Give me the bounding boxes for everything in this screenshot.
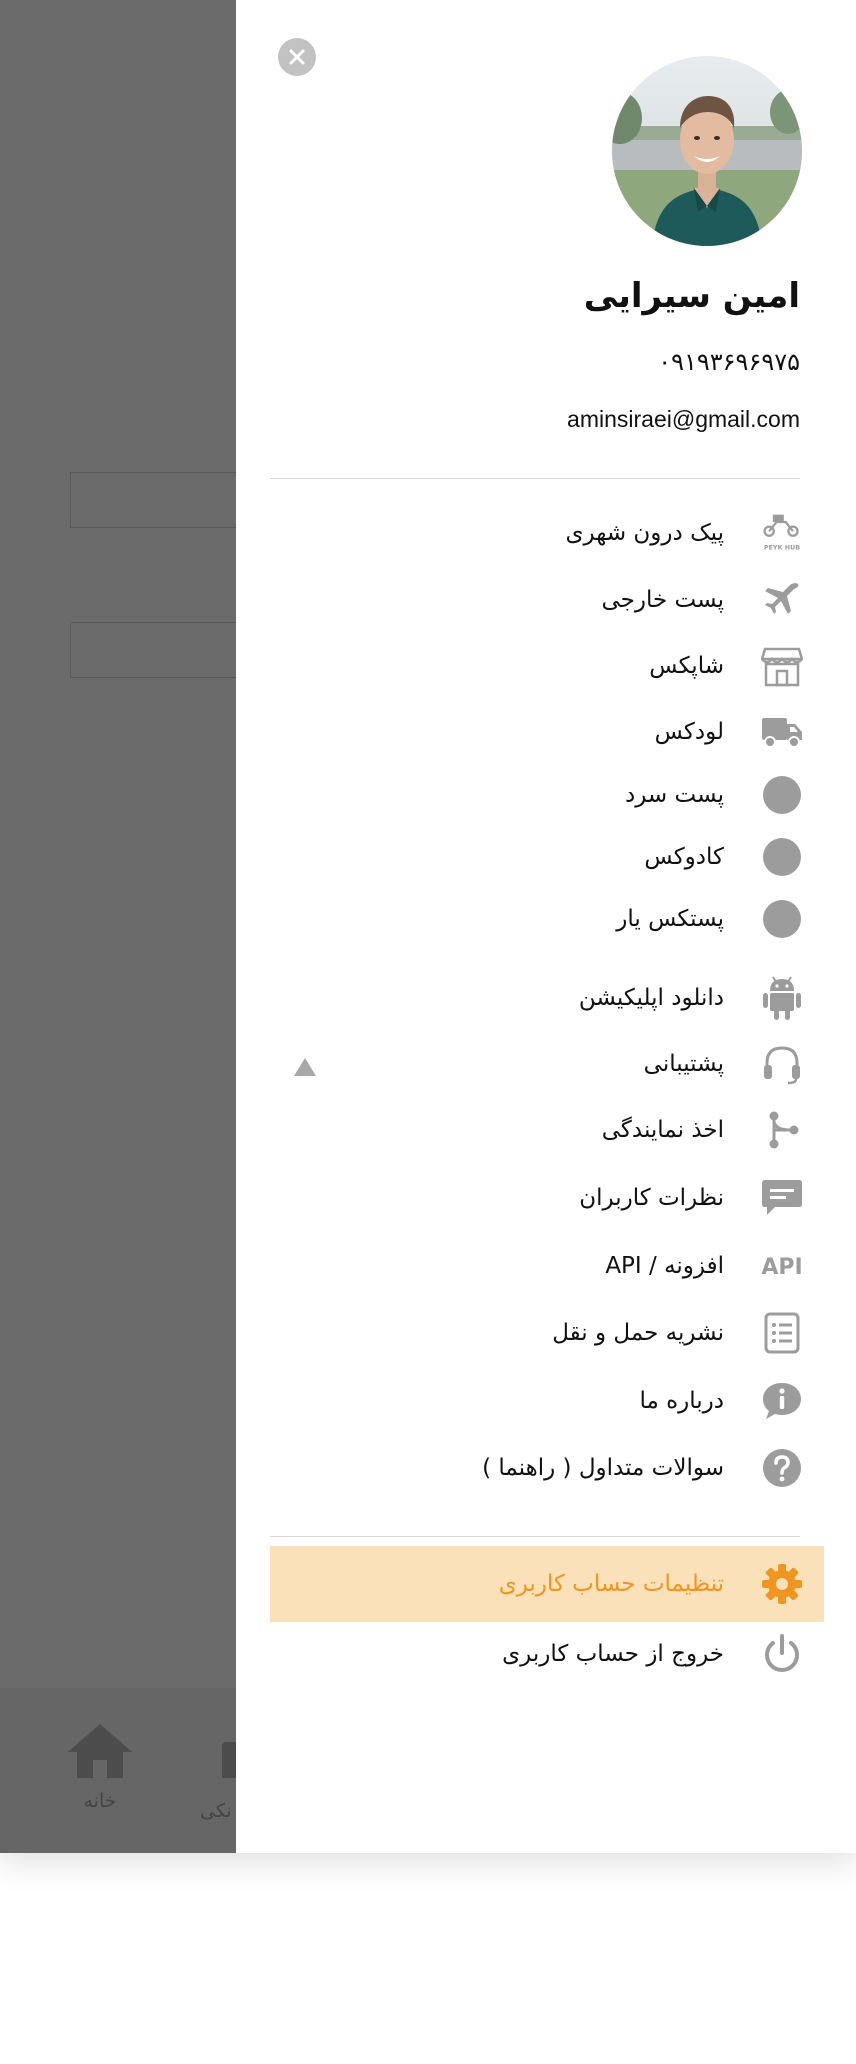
menu-item-label: تنظیمات حساب کاربری	[498, 1571, 724, 1597]
menu-item-agency[interactable]: اخذ نمایندگی	[270, 1100, 824, 1160]
circle-placeholder-icon	[760, 835, 804, 879]
menu-item-label: درباره ما	[639, 1388, 724, 1414]
menu-item-lodex[interactable]: لودکس	[270, 702, 824, 762]
side-drawer: امین سیرایی ۰۹۱۹۳۶۹۶۹۷۵ aminsiraei@gmail…	[236, 0, 856, 1853]
user-name: امین سیرایی	[583, 276, 800, 316]
menu-item-label: نظرات کاربران	[579, 1185, 724, 1211]
home-icon	[68, 1724, 132, 1778]
headset-icon	[760, 1042, 804, 1086]
menu-item-user-reviews[interactable]: نظرات کاربران	[270, 1168, 824, 1228]
info-icon	[760, 1379, 804, 1423]
menu-item-logout[interactable]: خروج از حساب کاربری	[270, 1624, 824, 1684]
avatar	[612, 56, 802, 246]
peyk-hub-icon: PEYK HUB	[760, 511, 804, 555]
menu-item-label: پست سرد	[624, 782, 724, 808]
menu-item-label: نشریه حمل و نقل	[552, 1320, 724, 1346]
store-icon	[760, 644, 804, 688]
menu-item-download-app[interactable]: دانلود اپلیکیشن	[270, 968, 824, 1028]
menu-item-label: سوالات متداول ( راهنما )	[482, 1455, 724, 1481]
menu-item-label: شاپکس	[649, 653, 724, 679]
question-icon	[760, 1446, 804, 1490]
menu-item-label: پشتیبانی	[643, 1051, 724, 1077]
user-phone: ۰۹۱۹۳۶۹۶۹۷۵	[658, 348, 800, 376]
truck-icon	[760, 710, 804, 754]
menu-item-transport-magazine[interactable]: نشریه حمل و نقل	[270, 1303, 824, 1363]
comment-icon	[760, 1176, 804, 1220]
bottom-nav-partial-icon	[222, 1742, 236, 1778]
list-document-icon	[760, 1311, 804, 1355]
profile-divider	[270, 478, 800, 479]
bottom-nav-home[interactable]: خانه	[60, 1722, 140, 1812]
menu-item-about-us[interactable]: درباره ما	[270, 1371, 824, 1431]
gear-icon	[760, 1562, 804, 1606]
menu-item-label: پستکس یار	[616, 906, 724, 932]
android-icon	[760, 976, 804, 1020]
api-icon: API	[760, 1244, 804, 1288]
menu-item-cold-post[interactable]: پست سرد	[270, 765, 824, 825]
app-frame: خانه نکی امین سیرایی ۰۹۱۹۳۶۹۶۹۷۵ aminsir…	[0, 0, 856, 1853]
api-icon-text: API	[761, 1255, 802, 1280]
menu-item-label: اخذ نمایندگی	[601, 1117, 724, 1143]
background-input-1	[70, 472, 236, 528]
circle-placeholder-icon	[760, 897, 804, 941]
menu-item-label: خروج از حساب کاربری	[502, 1641, 724, 1667]
menu-item-international-post[interactable]: پست خارجی	[270, 570, 824, 630]
account-divider	[270, 1536, 800, 1537]
menu-item-api[interactable]: API افزونه / API	[270, 1236, 824, 1296]
branch-icon	[760, 1108, 804, 1152]
menu-item-kadox[interactable]: کادوکس	[270, 827, 824, 887]
menu-item-peyk[interactable]: PEYK HUB پیک درون شهری	[270, 503, 824, 563]
menu-item-postex-yar[interactable]: پستکس یار	[270, 889, 824, 949]
airplane-icon	[760, 578, 804, 622]
menu-item-label: پست خارجی	[601, 587, 724, 613]
close-button[interactable]	[278, 38, 316, 76]
bottom-nav-partial-label[interactable]: نکی	[200, 1800, 232, 1822]
peyk-hub-logo-text: PEYK HUB	[764, 544, 800, 552]
user-email: aminsiraei@gmail.com	[567, 406, 800, 432]
menu-item-label: پیک درون شهری	[565, 520, 724, 546]
menu-item-label: کادوکس	[644, 844, 724, 870]
background-input-2	[70, 622, 236, 678]
menu-item-label: دانلود اپلیکیشن	[578, 985, 724, 1011]
power-icon	[760, 1632, 804, 1676]
menu-item-shopex[interactable]: شاپکس	[270, 636, 824, 696]
support-expand-arrow-icon[interactable]	[294, 1058, 316, 1076]
menu-item-account-settings[interactable]: تنظیمات حساب کاربری	[270, 1546, 824, 1622]
menu-item-support[interactable]: پشتیبانی	[270, 1034, 824, 1094]
bottom-nav-home-label: خانه	[83, 1790, 117, 1812]
close-icon	[289, 49, 305, 65]
dim-overlay[interactable]: خانه نکی	[0, 0, 236, 1853]
menu-item-label: افزونه / API	[605, 1253, 724, 1279]
circle-placeholder-icon	[760, 773, 804, 817]
menu-item-label: لودکس	[654, 719, 724, 745]
menu-item-faq[interactable]: سوالات متداول ( راهنما )	[270, 1438, 824, 1498]
